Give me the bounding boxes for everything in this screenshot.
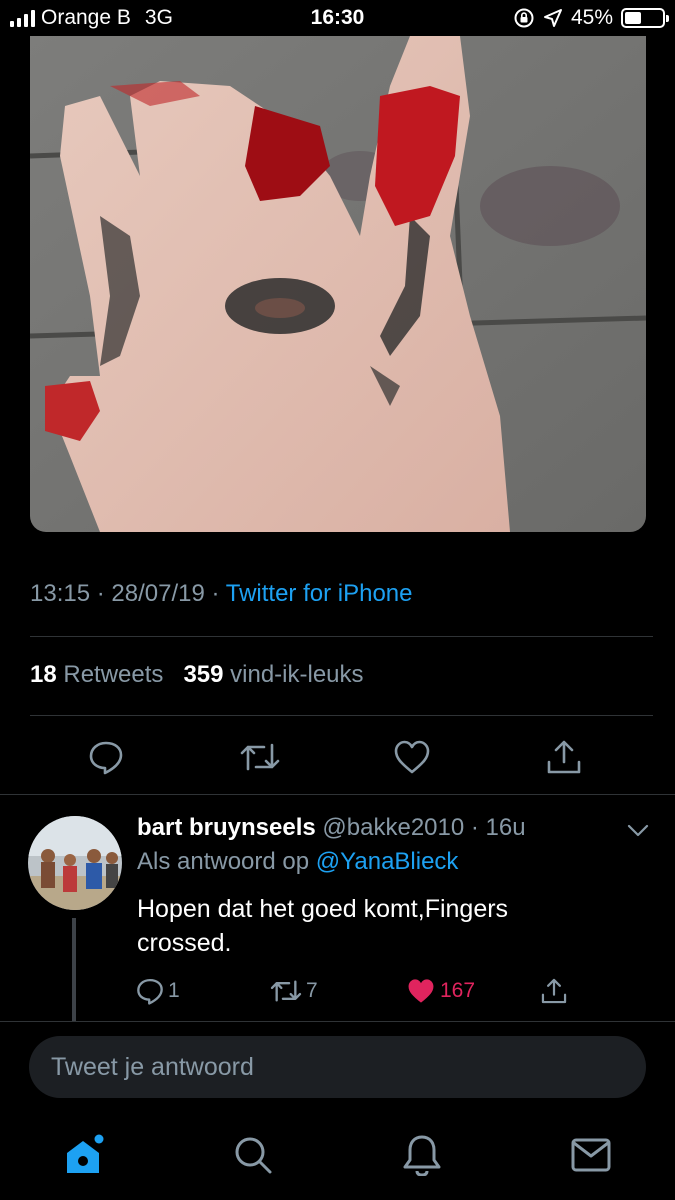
retweets-stat[interactable]: 18 Retweets	[30, 661, 163, 688]
reply-to-mention[interactable]: @YanaBlieck	[316, 848, 459, 875]
reply-tweet[interactable]: bart bruynseels @bakke2010 · 16u Als ant…	[137, 814, 637, 960]
like-count: 167	[440, 979, 476, 1002]
reply-compose-input[interactable]: Tweet je antwoord	[29, 1036, 646, 1098]
like-button[interactable]	[390, 735, 434, 779]
retweet-button[interactable]	[238, 735, 282, 779]
separator: ·	[211, 580, 226, 607]
reply-like-button[interactable]: 167	[406, 976, 475, 1006]
tweet-photo[interactable]	[30, 36, 646, 532]
likes-stat[interactable]: 359 vind-ik-leuks	[183, 661, 363, 688]
divider	[0, 794, 675, 795]
retweet-icon	[270, 980, 302, 1002]
divider	[30, 715, 653, 716]
share-icon	[547, 740, 581, 774]
reply-icon	[137, 978, 163, 1005]
tab-search[interactable]	[231, 1130, 275, 1180]
tweet-source-link[interactable]: Twitter for iPhone	[226, 580, 413, 607]
thread-line	[72, 918, 76, 1022]
battery-icon	[621, 8, 669, 28]
tweet-timestamp: 13:15 · 28/07/19 · Twitter for iPhone	[30, 580, 412, 608]
reply-count: 1	[168, 979, 180, 1002]
reply-text: Hopen dat het goed komt,Fingers crossed.	[137, 895, 509, 957]
like-icon	[394, 740, 430, 774]
reply-author-name[interactable]: bart bruynseels	[137, 814, 316, 841]
divider	[30, 636, 653, 637]
retweets-label: Retweets	[63, 661, 164, 688]
search-icon	[235, 1137, 272, 1174]
tab-home[interactable]	[63, 1130, 107, 1180]
reply-retweet-button[interactable]: 7	[270, 976, 318, 1006]
share-button[interactable]	[542, 735, 586, 779]
tweet-options-button[interactable]	[626, 818, 650, 842]
home-icon	[67, 1134, 104, 1173]
reply-button[interactable]	[84, 735, 128, 779]
location-icon	[543, 9, 562, 27]
reply-reply-button[interactable]: 1	[136, 976, 180, 1006]
chevron-down-icon	[627, 824, 649, 837]
avatar[interactable]	[28, 816, 122, 910]
rotation-lock-icon	[514, 8, 534, 28]
battery-percent: 45%	[570, 6, 613, 29]
reply-author-handle: @bakke2010	[322, 814, 465, 841]
divider	[0, 1021, 675, 1022]
reply-to: Als antwoord op @YanaBlieck	[137, 848, 637, 876]
tweet-date: 28/07/19	[111, 580, 205, 607]
tweet-time: 13:15	[30, 580, 91, 607]
share-icon	[541, 978, 567, 1004]
tab-notifications[interactable]	[400, 1130, 444, 1180]
retweets-count: 18	[30, 661, 57, 688]
retweet-icon	[240, 743, 280, 771]
tweet-stats: 18 Retweets 359 vind-ik-leuks	[30, 661, 364, 689]
tab-messages[interactable]	[569, 1130, 613, 1180]
compose-placeholder: Tweet je antwoord	[51, 1052, 254, 1081]
status-bar: Orange B 3G 16:30 45%	[0, 0, 675, 36]
likes-count: 359	[183, 661, 224, 688]
notifications-icon	[403, 1135, 441, 1176]
reply-actions: 1 7 167	[0, 976, 675, 1006]
reply-to-label: Als antwoord op	[137, 848, 310, 875]
retweet-count: 7	[306, 979, 318, 1002]
reply-icon	[89, 741, 123, 775]
messages-icon	[571, 1138, 611, 1172]
reply-age: 16u	[485, 814, 526, 841]
separator: ·	[96, 580, 112, 607]
likes-label: vind-ik-leuks	[230, 661, 364, 688]
reply-share-button[interactable]	[540, 976, 568, 1006]
tab-bar	[0, 1130, 675, 1180]
tweet-actions	[0, 735, 675, 779]
separator: ·	[464, 814, 486, 841]
like-icon	[408, 979, 434, 1003]
